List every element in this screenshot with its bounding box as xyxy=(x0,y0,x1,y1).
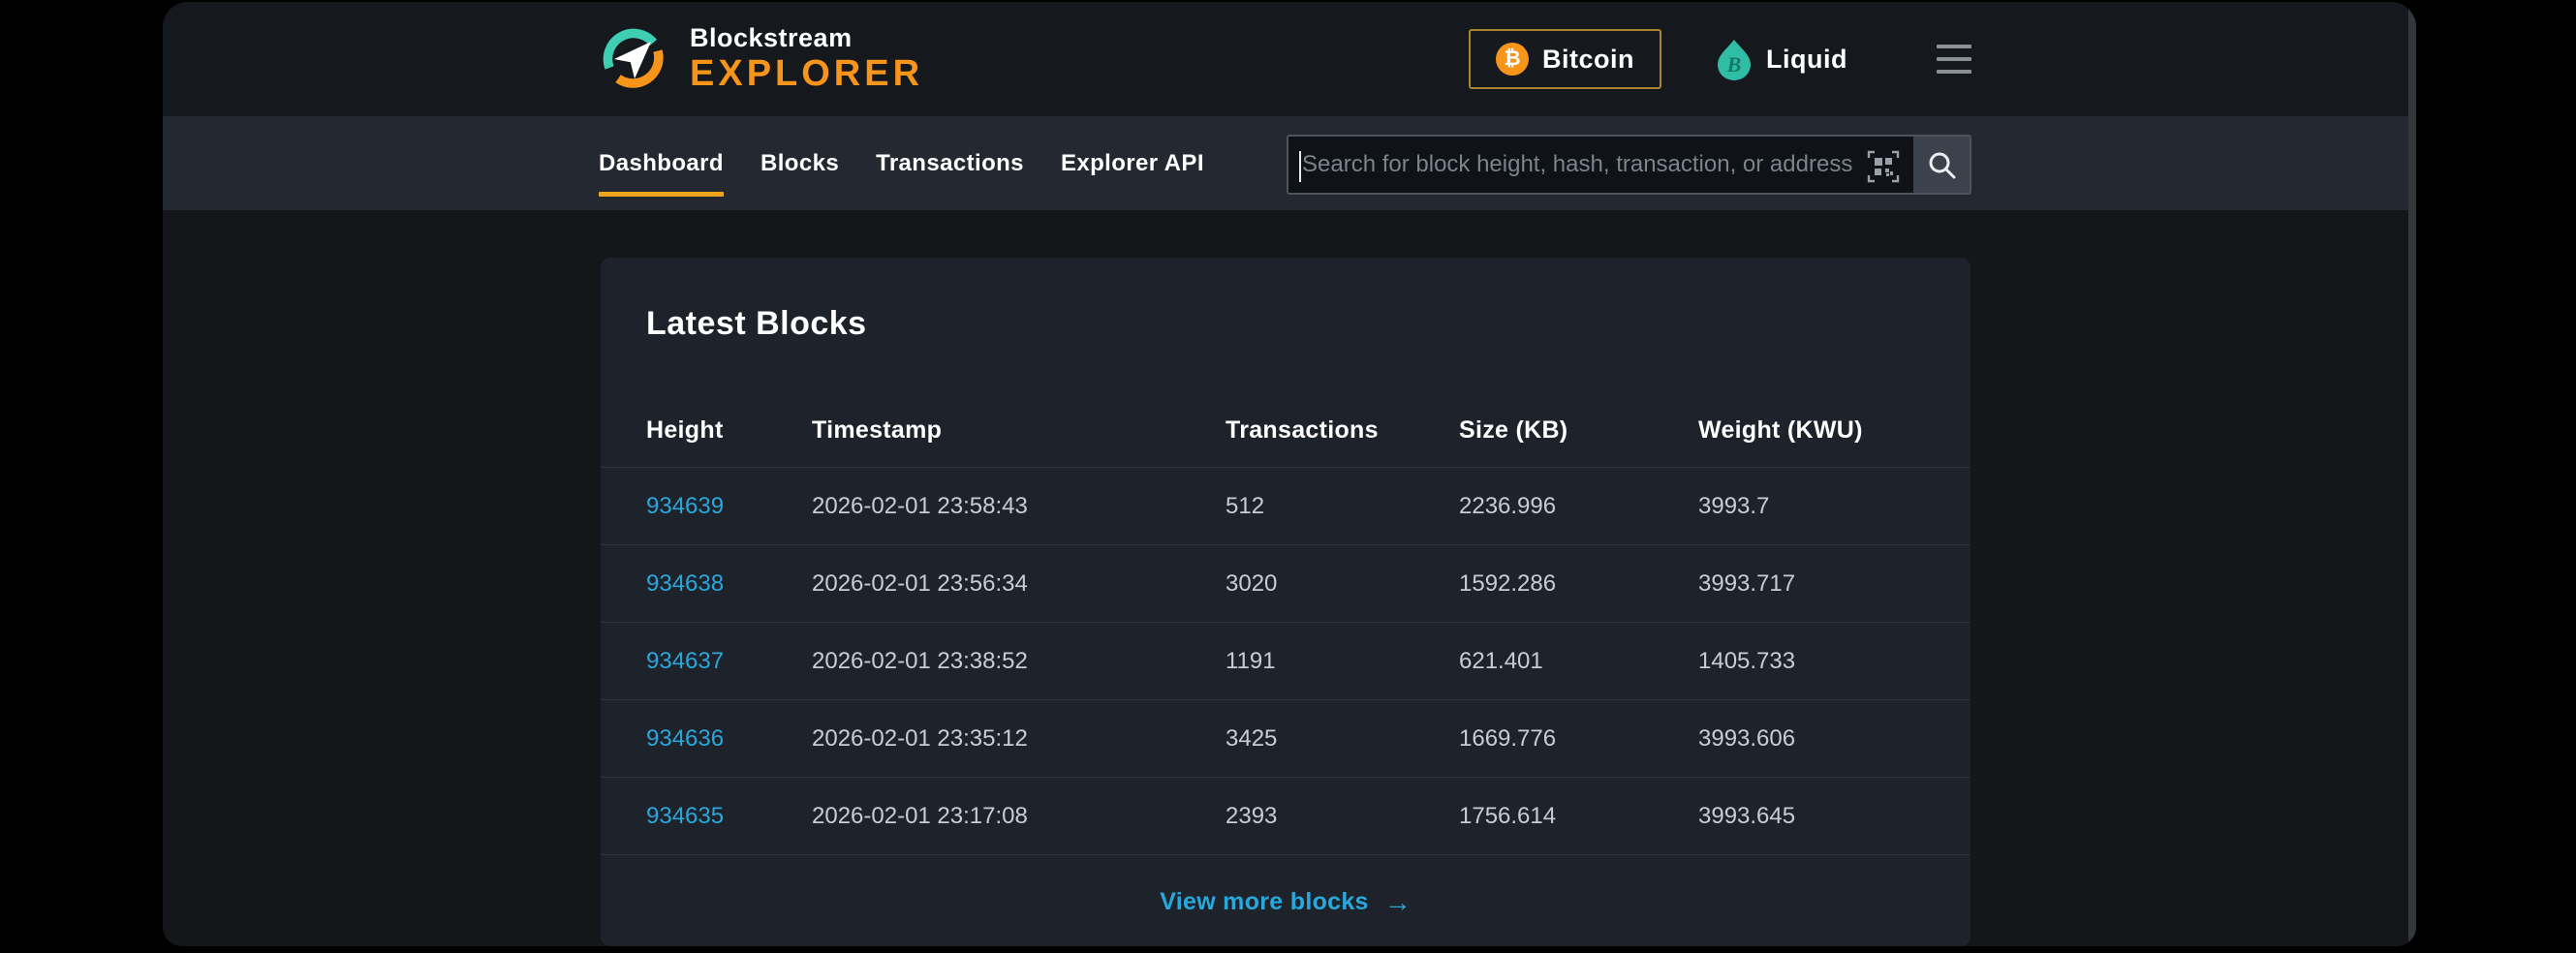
blockstream-compass-icon xyxy=(601,26,667,92)
screenshot-stage: Blockstream EXPLORER ₿ Bitcoin B Liquid xyxy=(0,0,2576,953)
col-timestamp: Timestamp xyxy=(812,416,1226,445)
latest-blocks-card: Latest Blocks Height Timestamp Transacti… xyxy=(601,258,1971,946)
block-transactions: 512 xyxy=(1226,493,1459,520)
site-header: Blockstream EXPLORER ₿ Bitcoin B Liquid xyxy=(163,2,2416,116)
network-switcher: ₿ Bitcoin B Liquid xyxy=(1469,2,1971,116)
arrow-right-icon[interactable]: → xyxy=(1384,887,1412,918)
vertical-scrollbar[interactable] xyxy=(2408,2,2416,946)
liquid-drop-icon: B xyxy=(1716,38,1753,80)
card-footer: View more blocks → xyxy=(601,855,1971,946)
block-timestamp: 2026-02-01 23:17:08 xyxy=(812,803,1226,830)
menu-hamburger-icon[interactable] xyxy=(1937,45,1971,74)
search-input[interactable] xyxy=(1288,137,1913,193)
magnifier-icon xyxy=(1927,150,1956,179)
block-height-link[interactable]: 934637 xyxy=(646,648,724,674)
block-height-link[interactable]: 934639 xyxy=(646,493,724,519)
block-transactions: 3425 xyxy=(1226,725,1459,753)
block-size-kb: 1592.286 xyxy=(1459,570,1698,598)
block-height-link[interactable]: 934636 xyxy=(646,725,724,752)
block-weight-kwu: 3993.606 xyxy=(1698,725,1925,753)
block-height-link[interactable]: 934635 xyxy=(646,803,724,829)
liquid-network-button[interactable]: B Liquid xyxy=(1716,38,1847,80)
block-transactions: 2393 xyxy=(1226,803,1459,830)
text-caret xyxy=(1299,151,1301,182)
block-timestamp: 2026-02-01 23:56:34 xyxy=(812,570,1226,598)
block-size-kb: 1756.614 xyxy=(1459,803,1698,830)
col-size: Size (KB) xyxy=(1459,416,1698,445)
nav-item-explorer-api[interactable]: Explorer API xyxy=(1061,142,1204,185)
block-size-kb: 621.401 xyxy=(1459,648,1698,675)
block-row: 934635 2026-02-01 23:17:08 2393 1756.614… xyxy=(601,778,1971,855)
qr-scan-icon[interactable] xyxy=(1867,150,1900,183)
block-timestamp: 2026-02-01 23:38:52 xyxy=(812,648,1226,675)
brand-name: Blockstream xyxy=(690,25,923,51)
bitcoin-network-label: Bitcoin xyxy=(1542,45,1634,75)
nav-item-transactions[interactable]: Transactions xyxy=(876,142,1024,185)
block-weight-kwu: 3993.7 xyxy=(1698,493,1925,520)
browser-viewport: Blockstream EXPLORER ₿ Bitcoin B Liquid xyxy=(163,2,2416,946)
svg-text:B: B xyxy=(1726,52,1742,77)
block-row: 934639 2026-02-01 23:58:43 512 2236.996 … xyxy=(601,468,1971,545)
search-submit-button[interactable] xyxy=(1913,137,1970,193)
search-bar xyxy=(1287,135,1971,195)
block-row: 934638 2026-02-01 23:56:34 3020 1592.286… xyxy=(601,545,1971,623)
block-timestamp: 2026-02-01 23:35:12 xyxy=(812,725,1226,753)
brand-text: Blockstream EXPLORER xyxy=(690,25,923,92)
col-weight: Weight (KWU) xyxy=(1698,416,1925,445)
block-row: 934636 2026-02-01 23:35:12 3425 1669.776… xyxy=(601,700,1971,778)
nav-item-blocks[interactable]: Blocks xyxy=(760,142,839,185)
search-input-wrap xyxy=(1288,137,1913,193)
col-transactions: Transactions xyxy=(1226,416,1459,445)
block-size-kb: 1669.776 xyxy=(1459,725,1698,753)
main-navbar: Dashboard Blocks Transactions Explorer API xyxy=(163,116,2416,210)
view-more-blocks-link[interactable]: View more blocks xyxy=(1160,888,1369,916)
blocks-table-header: Height Timestamp Transactions Size (KB) … xyxy=(601,416,1971,468)
bitcoin-coin-icon: ₿ xyxy=(1496,43,1529,76)
block-height-link[interactable]: 934638 xyxy=(646,570,724,597)
bitcoin-network-button[interactable]: ₿ Bitcoin xyxy=(1469,29,1661,89)
nav-items: Dashboard Blocks Transactions Explorer API xyxy=(599,116,1204,210)
block-row: 934637 2026-02-01 23:38:52 1191 621.401 … xyxy=(601,623,1971,700)
liquid-network-label: Liquid xyxy=(1766,45,1847,75)
brand-product: EXPLORER xyxy=(690,55,923,92)
block-timestamp: 2026-02-01 23:58:43 xyxy=(812,493,1226,520)
block-weight-kwu: 3993.717 xyxy=(1698,570,1925,598)
block-weight-kwu: 3993.645 xyxy=(1698,803,1925,830)
block-weight-kwu: 1405.733 xyxy=(1698,648,1925,675)
block-transactions: 3020 xyxy=(1226,570,1459,598)
block-size-kb: 2236.996 xyxy=(1459,493,1698,520)
col-height: Height xyxy=(646,416,812,445)
block-transactions: 1191 xyxy=(1226,648,1459,675)
blocks-table-body: 934639 2026-02-01 23:58:43 512 2236.996 … xyxy=(601,468,1971,855)
page-body: Latest Blocks Height Timestamp Transacti… xyxy=(163,210,2416,946)
blockstream-logo[interactable]: Blockstream EXPLORER xyxy=(601,25,923,92)
nav-item-dashboard[interactable]: Dashboard xyxy=(599,142,724,185)
latest-blocks-title: Latest Blocks xyxy=(646,304,1971,343)
